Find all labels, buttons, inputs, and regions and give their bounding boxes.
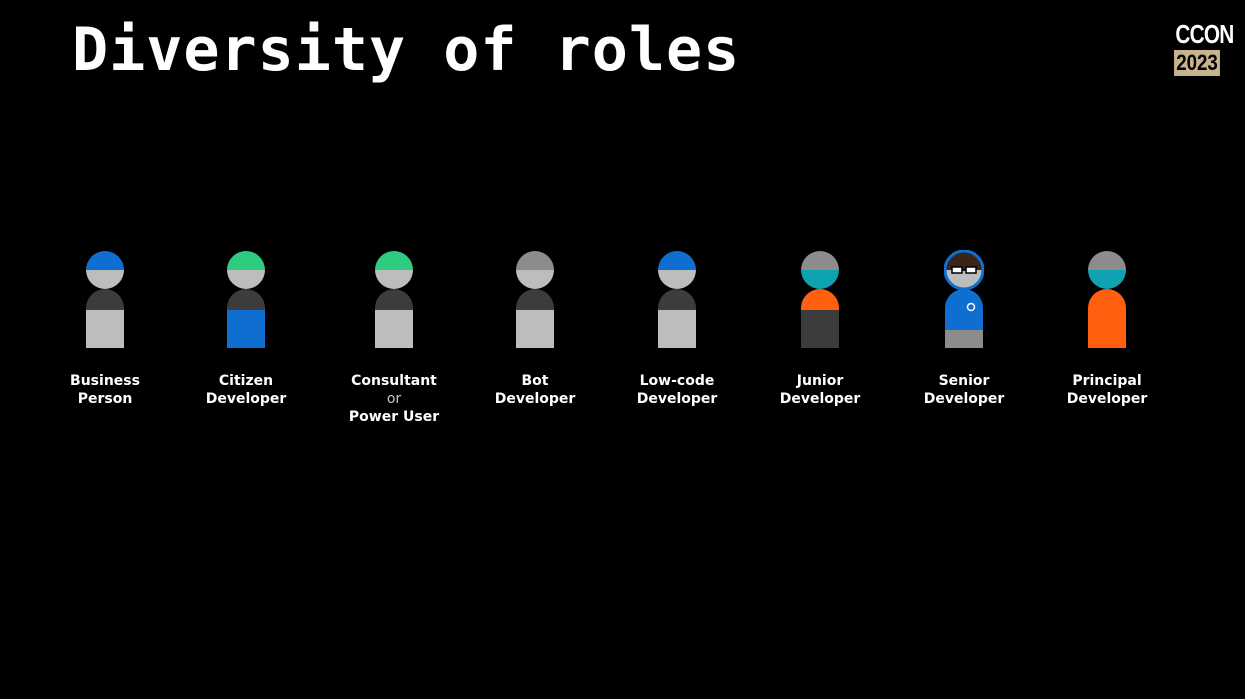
role-bot-developer: Bot Developer	[465, 250, 605, 408]
role-senior-developer: Senior Developer	[894, 250, 1034, 408]
role-label: Low-code Developer	[636, 373, 718, 407]
role-citizen-developer: Citizen Developer	[176, 250, 316, 408]
citizen-developer-icon	[227, 251, 265, 348]
role-label: Bot Developer	[494, 373, 576, 407]
torso	[227, 310, 265, 348]
role-label: Junior Developer	[779, 373, 861, 407]
shoulders	[227, 289, 265, 310]
person-figure	[86, 251, 124, 348]
person-figure	[375, 251, 413, 348]
head-cap	[227, 251, 265, 270]
role-principal-developer: Principal Developer	[1037, 250, 1177, 408]
logo-year: 2023	[1174, 50, 1220, 76]
torso	[375, 310, 413, 348]
roles-row: Business Person Citizen Developer Consul…	[0, 250, 1245, 450]
role-label: Citizen Developer	[205, 373, 287, 407]
business-person-icon	[86, 251, 124, 348]
role-label: Senior Developer	[923, 373, 1005, 407]
ccon-2023-logo: CCON 2023	[1170, 19, 1234, 76]
head-cap	[658, 251, 696, 270]
junior-developer-icon	[801, 251, 839, 348]
person-figure	[801, 251, 839, 348]
shoulders	[516, 289, 554, 310]
bot-developer-icon	[516, 251, 554, 348]
shoulders	[86, 289, 124, 310]
person-figure	[1088, 251, 1126, 348]
shoulders	[945, 289, 983, 310]
person-figure	[516, 251, 554, 348]
head-cap	[945, 251, 983, 270]
head-face	[658, 270, 696, 289]
head-face	[801, 270, 839, 289]
torso	[658, 310, 696, 348]
consultant-icon	[375, 251, 413, 348]
head-face	[86, 270, 124, 289]
role-low-code-developer: Low-code Developer	[607, 250, 747, 408]
person-figure	[944, 250, 984, 348]
shoulders	[1088, 289, 1126, 310]
head-face	[375, 270, 413, 289]
torso	[86, 310, 124, 348]
senior-developer-icon	[944, 250, 984, 348]
legs	[945, 330, 983, 348]
torso	[1088, 310, 1126, 348]
shoulders	[375, 289, 413, 310]
low-code-developer-icon	[658, 251, 696, 348]
role-consultant-power-user: Consultant or Power User	[324, 250, 464, 426]
head-cap	[375, 251, 413, 270]
role-label: Consultant or Power User	[348, 373, 440, 425]
head-face	[227, 270, 265, 289]
shoulders	[801, 289, 839, 310]
person-figure	[658, 251, 696, 348]
principal-developer-icon	[1088, 251, 1126, 348]
torso	[516, 310, 554, 348]
role-label: Principal Developer	[1066, 373, 1148, 407]
head-cap	[1088, 251, 1126, 270]
role-junior-developer: Junior Developer	[750, 250, 890, 408]
glasses-right	[965, 266, 977, 274]
logo-name: CCON	[1175, 19, 1234, 49]
role-label: Business Person	[70, 373, 140, 407]
head-face	[945, 270, 983, 289]
head-cap	[801, 251, 839, 270]
head-cap	[516, 251, 554, 270]
slide-title: Diversity of roles	[72, 15, 741, 85]
role-business-person: Business Person	[35, 250, 175, 408]
person-figure	[227, 251, 265, 348]
torso	[801, 310, 839, 348]
head-face	[516, 270, 554, 289]
head-face	[1088, 270, 1126, 289]
glasses-left	[951, 266, 963, 274]
head-cap	[86, 251, 124, 270]
shoulders	[658, 289, 696, 310]
